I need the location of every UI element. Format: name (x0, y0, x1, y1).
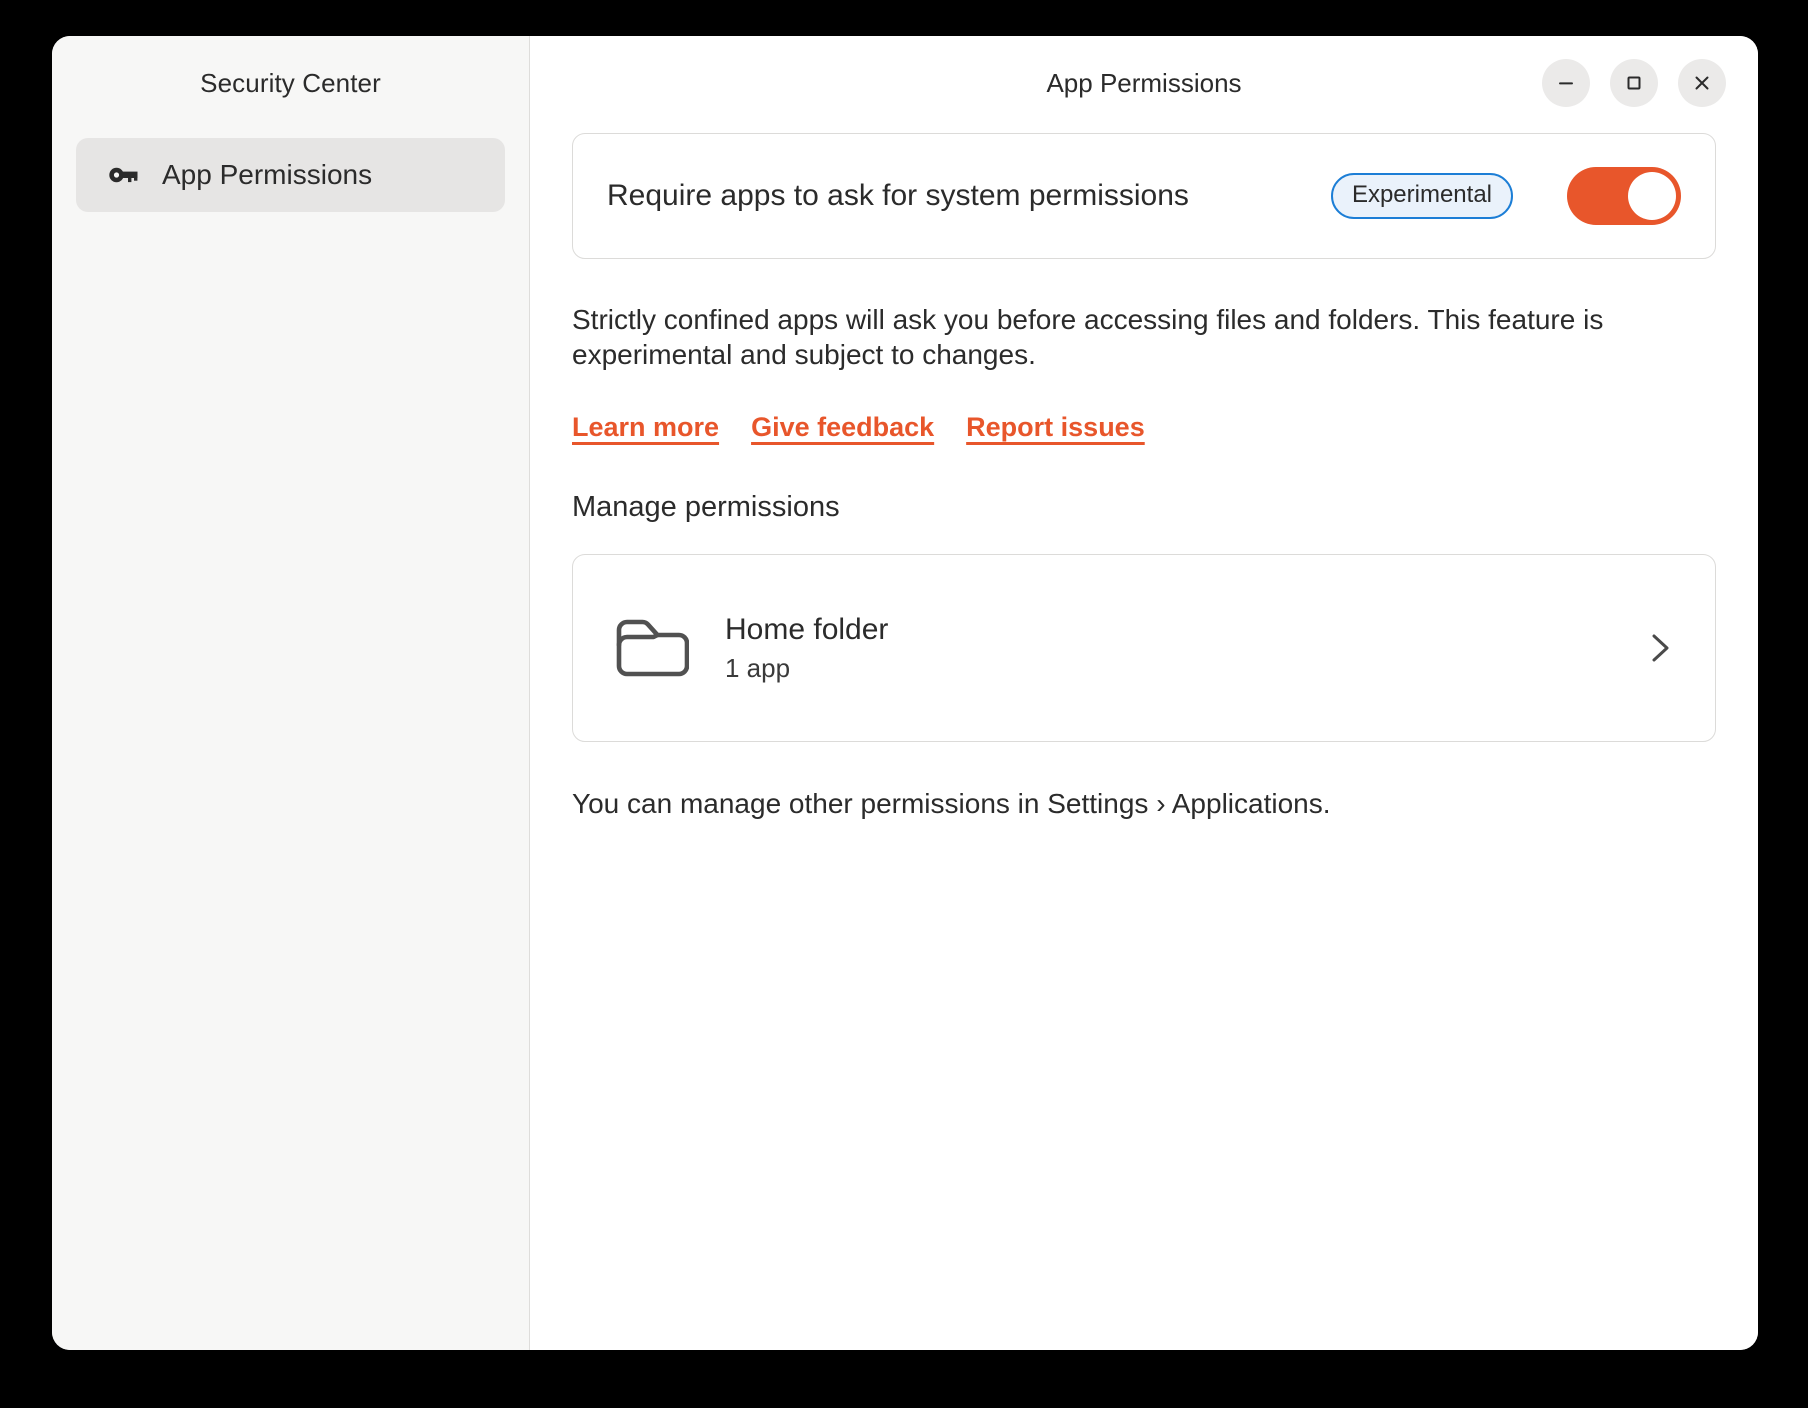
titlebar: App Permissions (530, 36, 1758, 130)
maximize-icon (1623, 72, 1645, 94)
sidebar-item-app-permissions[interactable]: App Permissions (76, 138, 505, 212)
sidebar-item-label: App Permissions (162, 159, 372, 191)
sidebar-title: Security Center (200, 68, 381, 99)
give-feedback-link[interactable]: Give feedback (751, 412, 934, 443)
toggle-knob (1628, 172, 1676, 220)
folder-icon (613, 614, 689, 682)
close-icon (1691, 72, 1713, 94)
content-area: App Permissions (530, 36, 1758, 1350)
sidebar: Security Center App Permissions (52, 36, 530, 1350)
manage-permissions-heading: Manage permissions (572, 491, 1716, 524)
minimize-button[interactable] (1542, 59, 1590, 107)
permission-toggle-switch[interactable] (1567, 167, 1681, 225)
permission-toggle-label: Require apps to ask for system permissio… (607, 179, 1311, 213)
key-icon (106, 158, 140, 192)
permission-entry-home-folder[interactable]: Home folder 1 app (572, 554, 1716, 742)
sidebar-header: Security Center (52, 36, 529, 130)
permission-entry-text: Home folder 1 app (725, 613, 1643, 684)
maximize-button[interactable] (1610, 59, 1658, 107)
window-controls (1542, 36, 1726, 130)
close-button[interactable] (1678, 59, 1726, 107)
sidebar-nav-list: App Permissions (52, 130, 529, 212)
permission-entry-subtitle: 1 app (725, 653, 1643, 684)
permission-entry-title: Home folder (725, 613, 1643, 647)
chevron-right-icon (1643, 628, 1677, 668)
learn-more-link[interactable]: Learn more (572, 412, 719, 443)
content-body: Require apps to ask for system permissio… (530, 130, 1758, 820)
minimize-icon (1555, 72, 1577, 94)
links-row: Learn more Give feedback Report issues (572, 412, 1716, 443)
permission-toggle-card: Require apps to ask for system permissio… (572, 133, 1716, 259)
footer-note: You can manage other permissions in Sett… (572, 788, 1716, 820)
experimental-badge: Experimental (1331, 173, 1513, 219)
report-issues-link[interactable]: Report issues (966, 412, 1145, 443)
app-window: Security Center App Permissions App (52, 36, 1758, 1350)
feature-description: Strictly confined apps will ask you befo… (572, 303, 1677, 372)
